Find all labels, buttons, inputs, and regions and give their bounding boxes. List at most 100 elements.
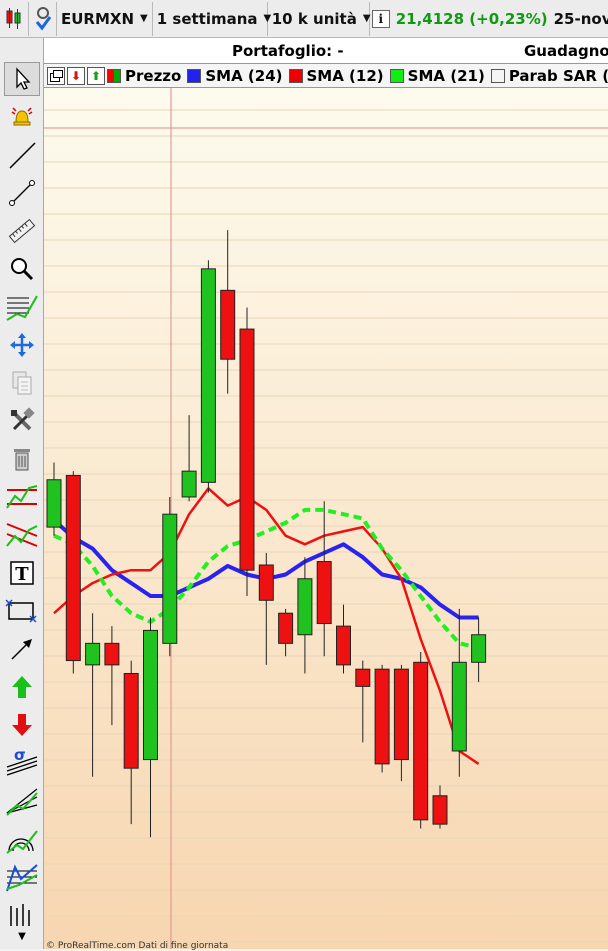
channel-up-icon bbox=[6, 485, 38, 509]
std-dev-tool[interactable]: σ bbox=[4, 746, 40, 780]
candle-body bbox=[432, 795, 448, 825]
candle-body bbox=[393, 668, 409, 761]
chart-layout-button[interactable] bbox=[0, 1, 29, 36]
price-change: 21,4128 (+0,23%) bbox=[395, 9, 548, 28]
move-tool[interactable] bbox=[4, 328, 40, 362]
candle-body bbox=[200, 268, 216, 483]
tools-icon bbox=[11, 407, 35, 431]
candle-body bbox=[374, 668, 390, 765]
gann-icon bbox=[6, 864, 38, 892]
instrument-options-button[interactable] bbox=[29, 1, 57, 36]
symbol-select[interactable]: EURMXN ▼ bbox=[57, 1, 153, 36]
chart-background bbox=[44, 88, 608, 949]
pointer-tool[interactable] bbox=[4, 62, 40, 96]
alarm-tool[interactable] bbox=[4, 100, 40, 134]
indicator-legend: ⬇ ⬆ Prezzo SMA (24) SMA (12) SMA (21) Pa… bbox=[44, 64, 608, 88]
fibonacci-tool[interactable] bbox=[4, 290, 40, 324]
color-swatch bbox=[187, 68, 202, 83]
line-tool[interactable] bbox=[4, 138, 40, 172]
gann-tool[interactable] bbox=[4, 860, 40, 894]
delete-tool[interactable] bbox=[4, 442, 40, 476]
buy-arrow-icon bbox=[12, 676, 32, 698]
legend-item-parab-sar[interactable]: Parab SAR ( bbox=[490, 67, 608, 85]
candle-body bbox=[258, 564, 274, 601]
toolbar-scroll-down[interactable]: ▼ bbox=[4, 926, 40, 946]
candle-body bbox=[220, 289, 236, 360]
quantity-select[interactable]: 10 k unità ▼ bbox=[268, 1, 371, 36]
color-swatch bbox=[288, 68, 303, 83]
channel-up-tool[interactable] bbox=[4, 480, 40, 514]
legend-item-label: SMA (24) bbox=[205, 66, 283, 85]
arrow-icon bbox=[11, 639, 32, 660]
color-swatch bbox=[389, 68, 404, 83]
rectangle-tool[interactable] bbox=[4, 594, 40, 628]
candle-body bbox=[143, 629, 158, 761]
candle-body bbox=[336, 625, 351, 666]
candle-body bbox=[316, 561, 332, 625]
text-tool[interactable]: T bbox=[4, 556, 40, 590]
sell-marker-tool[interactable] bbox=[4, 708, 40, 742]
windows-icon[interactable] bbox=[47, 66, 65, 85]
tools-tool[interactable] bbox=[4, 404, 40, 438]
candle bbox=[162, 496, 178, 657]
candle-body bbox=[46, 479, 62, 528]
copy-icon bbox=[12, 371, 32, 395]
sigma-icon: σ bbox=[6, 747, 38, 776]
chart-type-icon bbox=[6, 7, 21, 29]
portfolio-bar: Portafoglio: - Guadagno bbox=[44, 38, 608, 64]
candle-body bbox=[123, 672, 139, 769]
ruler-tool[interactable] bbox=[4, 214, 40, 248]
pin-check-icon bbox=[35, 6, 52, 30]
legend-window-buttons: ⬇ ⬆ bbox=[47, 66, 105, 85]
text-icon: T bbox=[10, 561, 34, 585]
ruler-icon bbox=[8, 218, 36, 244]
info-button[interactable]: i bbox=[370, 2, 392, 36]
candle-body bbox=[239, 328, 255, 571]
candle bbox=[200, 260, 216, 493]
zoom-tool[interactable] bbox=[4, 252, 40, 286]
arrow-down-icon[interactable]: ⬇ bbox=[67, 66, 85, 85]
channel-down-tool[interactable] bbox=[4, 518, 40, 552]
chevron-down-icon: ▼ bbox=[140, 13, 148, 24]
fan-tool[interactable] bbox=[4, 784, 40, 818]
zoom-icon bbox=[11, 258, 34, 281]
arrow-up-icon[interactable]: ⬆ bbox=[87, 66, 105, 85]
segment-icon bbox=[9, 180, 35, 206]
trash-icon bbox=[14, 449, 30, 471]
price-swatch-icon bbox=[107, 68, 121, 83]
legend-item-sma24[interactable]: SMA (24) bbox=[187, 66, 283, 85]
channel-down-icon bbox=[6, 523, 38, 547]
fan-icon bbox=[6, 788, 38, 816]
arrow-tool[interactable] bbox=[4, 632, 40, 666]
candle-body bbox=[104, 642, 120, 666]
buy-marker-tool[interactable] bbox=[4, 670, 40, 704]
top-toolbar: EURMXN ▼ 1 settimana ▼ 10 k unità ▼ i 21,41… bbox=[0, 0, 608, 38]
copy-tool[interactable] bbox=[4, 366, 40, 400]
pointer-icon bbox=[16, 67, 31, 90]
legend-item-prezzo[interactable]: Prezzo bbox=[107, 67, 181, 85]
drawing-toolbar: T σ ▼ bbox=[0, 38, 44, 949]
candle bbox=[65, 471, 81, 674]
bar-icon bbox=[10, 904, 30, 926]
candle-body bbox=[278, 612, 294, 644]
rectangle-icon bbox=[5, 599, 37, 623]
quantity-label: 10 k unità bbox=[271, 9, 357, 28]
portfolio-label: Portafoglio: - bbox=[232, 42, 344, 60]
arc-icon bbox=[6, 830, 38, 854]
price-chart[interactable] bbox=[44, 88, 608, 949]
timeframe-select[interactable]: 1 settimana ▼ bbox=[153, 1, 271, 36]
svg-text:T: T bbox=[15, 564, 29, 585]
color-swatch bbox=[490, 68, 505, 83]
legend-item-sma21[interactable]: SMA (21) bbox=[389, 67, 485, 85]
legend-item-sma12[interactable]: SMA (12) bbox=[288, 67, 384, 85]
candle-body bbox=[451, 661, 467, 752]
gain-label: Guadagno bbox=[524, 42, 608, 60]
candle-body bbox=[162, 513, 178, 644]
fibonacci-icon bbox=[6, 295, 38, 321]
segment-tool[interactable] bbox=[4, 176, 40, 210]
chart-panel: Portafoglio: - Guadagno ⬇ ⬆ Prezzo SMA (… bbox=[44, 38, 608, 951]
candle-body bbox=[471, 634, 487, 663]
arc-tool[interactable] bbox=[4, 822, 40, 856]
candle bbox=[374, 664, 390, 773]
line-icon bbox=[9, 142, 36, 169]
